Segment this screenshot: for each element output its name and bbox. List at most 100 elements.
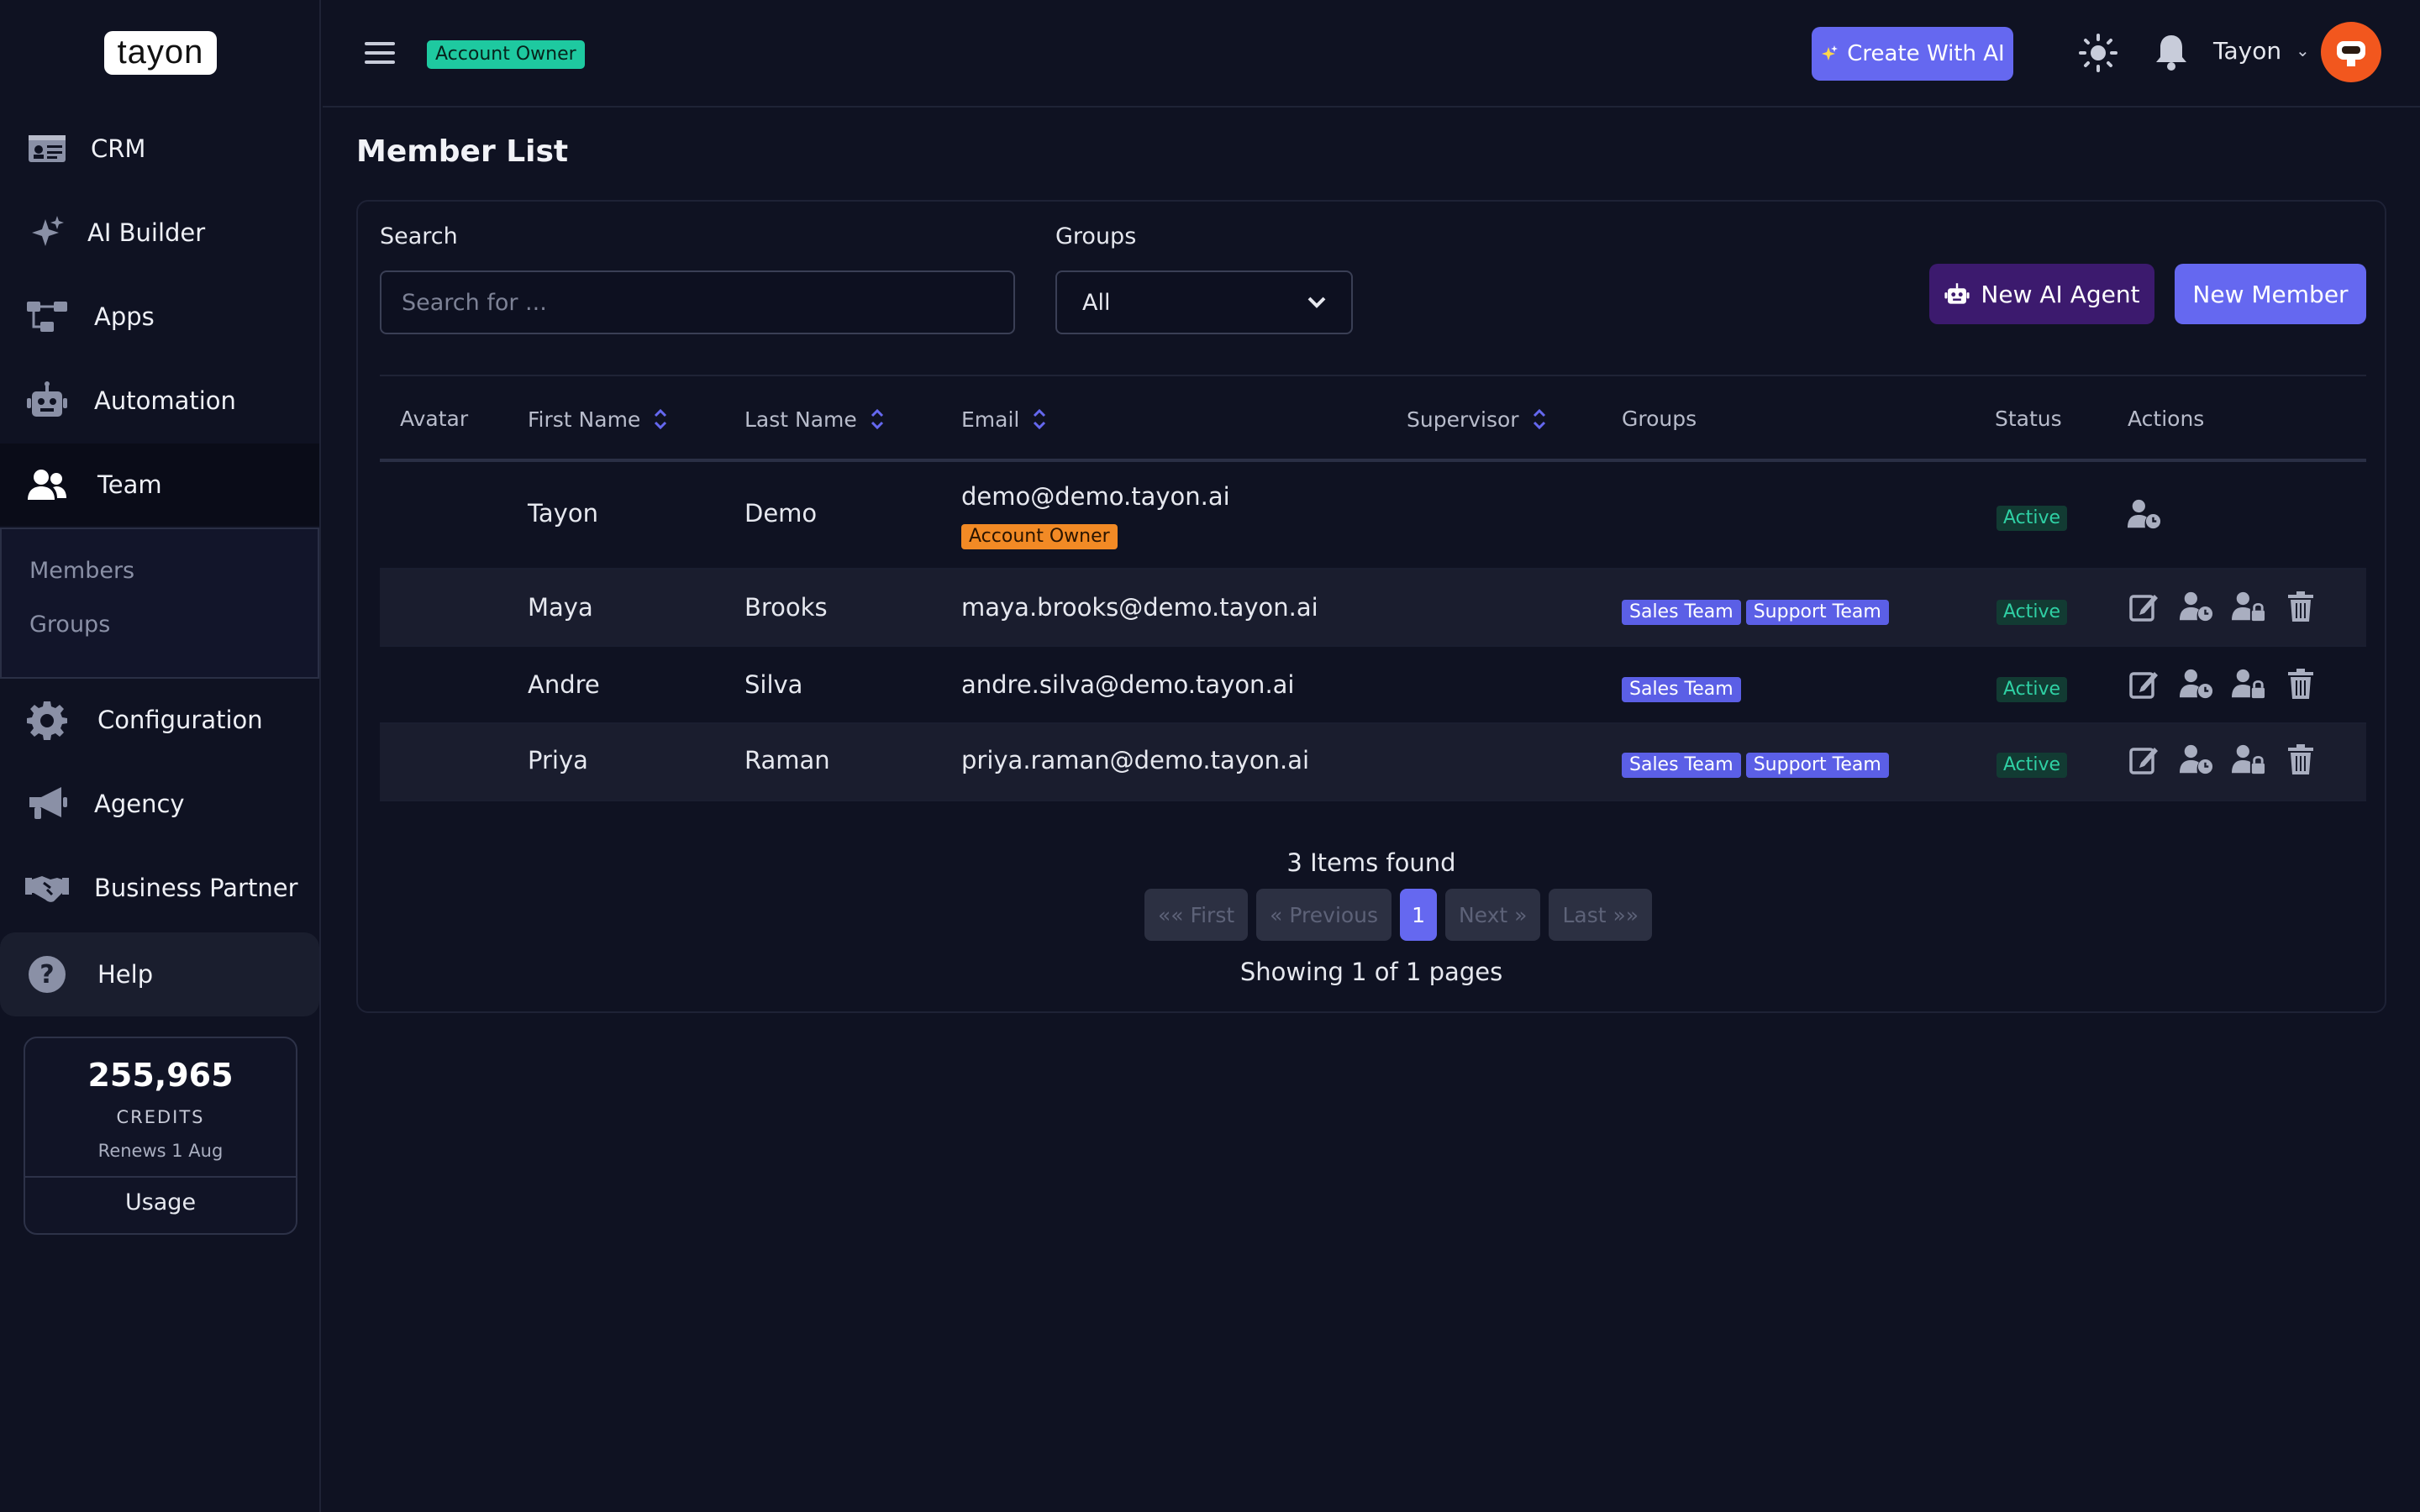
sidebar-item-business-partner[interactable]: Business Partner (0, 847, 319, 929)
notifications-bell-icon[interactable] (2154, 34, 2191, 72)
email-cell: demo@demo.tayon.ai (961, 482, 1230, 511)
user-clock-icon[interactable] (2180, 667, 2213, 701)
gear-icon (25, 698, 69, 742)
sidebar-item-crm[interactable]: CRM (0, 108, 319, 190)
credits-renewal: Renews 1 Aug (97, 1141, 224, 1161)
sidebar-item-label: Agency (94, 790, 185, 818)
page-previous-button[interactable]: « Previous (1256, 889, 1392, 941)
sidebar-item-apps[interactable]: Apps (0, 276, 319, 358)
status-badge: Active (1996, 600, 2068, 625)
column-header-email[interactable]: Email (961, 407, 1048, 432)
group-tag: Support Team (1745, 600, 1889, 625)
last-name-cell: Raman (744, 746, 830, 774)
pages-summary-text: Showing 1 of 1 pages (1239, 958, 1503, 986)
groups-select[interactable]: All (1055, 270, 1353, 334)
handshake-icon (25, 866, 69, 910)
page-current-button[interactable]: 1 (1400, 889, 1437, 941)
status-badge: Active (1996, 677, 2068, 702)
column-header-supervisor[interactable]: Supervisor (1407, 407, 1548, 432)
sidebar-item-label: Configuration (97, 706, 263, 734)
group-tag: Sales Team (1622, 677, 1741, 702)
groups-label: Groups (1055, 223, 1137, 249)
email-cell: andre.silva@demo.tayon.ai (961, 670, 1295, 699)
last-name-cell: Silva (744, 670, 803, 699)
sort-icon[interactable] (1031, 407, 1048, 432)
sparkles-icon (25, 211, 69, 255)
search-input[interactable] (380, 270, 1015, 334)
new-member-button[interactable]: New Member (2175, 264, 2366, 324)
user-name[interactable]: Tayon (2213, 37, 2281, 65)
account-owner-tag: Account Owner (961, 524, 1118, 549)
group-tag: Support Team (1745, 753, 1889, 778)
chevron-down-icon[interactable]: ⌄ (2296, 40, 2310, 60)
sidebar-item-help[interactable]: ? Help (0, 932, 319, 1016)
pagination: «« First « Previous 1 Next » Last »» (1144, 889, 1653, 941)
svg-text:?: ? (39, 960, 54, 990)
search-label: Search (380, 223, 458, 249)
sidebar-item-automation[interactable]: Automation (0, 360, 319, 442)
page-first-button[interactable]: «« First (1144, 889, 1249, 941)
edit-icon[interactable] (2128, 743, 2161, 776)
user-clock-icon[interactable] (2180, 743, 2213, 776)
column-header-last-name[interactable]: Last Name (744, 407, 886, 432)
sidebar-item-label: Apps (94, 302, 155, 331)
table-row: Tayon Demo demo@demo.tayon.ai Account Ow… (380, 462, 2366, 570)
sidebar: tayon CRM AI Builder Apps Automation Tea… (0, 0, 321, 1512)
user-avatar[interactable] (2321, 22, 2381, 82)
logo[interactable]: tayon (104, 31, 217, 75)
trash-icon[interactable] (2284, 667, 2317, 701)
theme-toggle-icon[interactable] (2079, 34, 2118, 72)
email-cell: priya.raman@demo.tayon.ai (961, 746, 1310, 774)
sidebar-item-label: Business Partner (94, 874, 298, 902)
groups-selected-value: All (1082, 289, 1111, 316)
users-icon (25, 463, 69, 507)
column-header-status: Status (1995, 407, 2062, 431)
column-header-actions: Actions (2128, 407, 2205, 431)
email-cell: maya.brooks@demo.tayon.ai (961, 593, 1318, 622)
sort-icon[interactable] (1531, 407, 1548, 432)
user-lock-icon[interactable] (2232, 590, 2265, 623)
sparkles-icon (1822, 45, 1839, 60)
last-name-cell: Demo (744, 499, 818, 528)
trash-icon[interactable] (2284, 743, 2317, 776)
new-ai-agent-label: New AI Agent (1981, 280, 2140, 308)
edit-icon[interactable] (2128, 667, 2161, 701)
table-header: Avatar First Name Last Name Email Superv… (380, 375, 2366, 462)
credits-card: 255,965 CREDITS Renews 1 Aug Usage (24, 1037, 297, 1235)
page-next-button[interactable]: Next » (1444, 889, 1541, 941)
sort-icon[interactable] (652, 407, 669, 432)
usage-link[interactable]: Usage (25, 1189, 296, 1215)
user-lock-icon[interactable] (2232, 667, 2265, 701)
user-lock-icon[interactable] (2232, 743, 2265, 776)
sidebar-item-configuration[interactable]: Configuration (0, 679, 319, 761)
items-found-text: 3 Items found (1286, 848, 1456, 877)
user-clock-icon[interactable] (2180, 590, 2213, 623)
page-last-button[interactable]: Last »» (1549, 889, 1653, 941)
flow-icon (25, 295, 69, 339)
submenu-item-groups[interactable]: Groups (29, 612, 110, 638)
menu-toggle-icon[interactable] (365, 42, 395, 64)
sidebar-item-label: AI Builder (87, 218, 206, 247)
user-clock-icon[interactable] (2128, 497, 2161, 531)
create-with-ai-button[interactable]: Create With AI (1812, 27, 2013, 81)
column-header-first-name[interactable]: First Name (528, 407, 669, 432)
first-name-cell: Priya (528, 746, 588, 774)
sidebar-item-ai-builder[interactable]: AI Builder (0, 192, 319, 274)
team-submenu: Members Groups (0, 528, 319, 679)
first-name-cell: Maya (528, 593, 593, 622)
sidebar-item-team[interactable]: Team (0, 444, 319, 526)
column-header-groups: Groups (1622, 407, 1697, 431)
sidebar-item-label: Automation (94, 386, 236, 415)
group-tag: Sales Team (1622, 753, 1741, 778)
group-tag: Sales Team (1622, 600, 1741, 625)
new-ai-agent-button[interactable]: New AI Agent (1929, 264, 2154, 324)
sort-icon[interactable] (869, 407, 886, 432)
megaphone-icon (25, 782, 69, 826)
sidebar-item-agency[interactable]: Agency (0, 763, 319, 845)
submenu-item-members[interactable]: Members (29, 558, 134, 584)
sidebar-item-label: Help (97, 960, 154, 989)
edit-icon[interactable] (2128, 590, 2161, 623)
role-badge: Account Owner (427, 40, 585, 69)
trash-icon[interactable] (2284, 590, 2317, 623)
first-name-cell: Andre (528, 670, 600, 699)
